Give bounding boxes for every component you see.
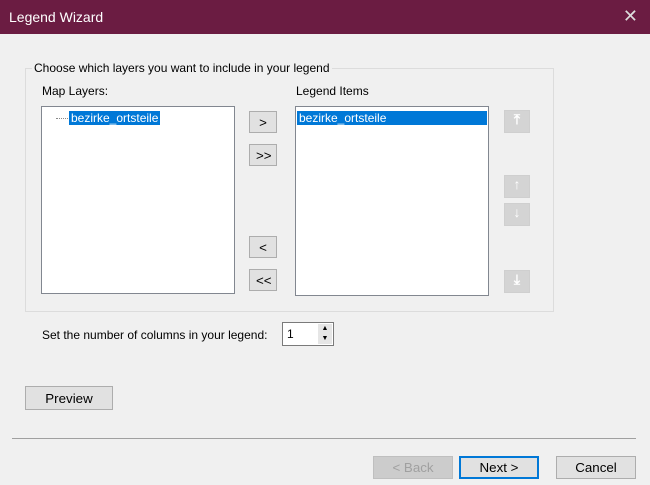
- map-layers-list[interactable]: bezirke_ortsteile: [41, 106, 235, 294]
- divider: [12, 438, 636, 439]
- map-layers-label: Map Layers:: [42, 84, 109, 98]
- window-title: Legend Wizard: [9, 9, 104, 25]
- move-top-icon[interactable]: ⤒: [504, 110, 530, 133]
- move-bottom-icon[interactable]: ⤓: [504, 270, 530, 293]
- move-down-icon[interactable]: ↓: [504, 203, 530, 226]
- remove-all-button[interactable]: <<: [249, 269, 277, 291]
- tree-line: [56, 117, 68, 119]
- columns-stepper[interactable]: 1 ▲ ▼: [282, 322, 334, 346]
- legend-items-label: Legend Items: [296, 84, 369, 98]
- title-bar: Legend Wizard ✕: [0, 0, 650, 34]
- move-up-icon[interactable]: ↑: [504, 175, 530, 198]
- add-button[interactable]: >: [249, 111, 277, 133]
- remove-button[interactable]: <: [249, 236, 277, 258]
- list-item[interactable]: bezirke_ortsteile: [297, 111, 487, 125]
- cancel-button[interactable]: Cancel: [556, 456, 636, 479]
- columns-value: 1: [287, 327, 294, 341]
- columns-label: Set the number of columns in your legend…: [42, 328, 268, 342]
- add-all-button[interactable]: >>: [249, 144, 277, 166]
- preview-button[interactable]: Preview: [25, 386, 113, 410]
- layer-name: bezirke_ortsteile: [69, 111, 161, 125]
- spin-up-icon[interactable]: ▲: [318, 324, 332, 334]
- list-item[interactable]: bezirke_ortsteile: [56, 111, 161, 125]
- back-button[interactable]: < Back: [373, 456, 453, 479]
- close-icon[interactable]: ✕: [623, 6, 638, 27]
- spin-down-icon[interactable]: ▼: [318, 334, 332, 344]
- legend-items-list[interactable]: bezirke_ortsteile: [295, 106, 489, 296]
- next-button[interactable]: Next >: [459, 456, 539, 479]
- group-label: Choose which layers you want to include …: [32, 61, 332, 75]
